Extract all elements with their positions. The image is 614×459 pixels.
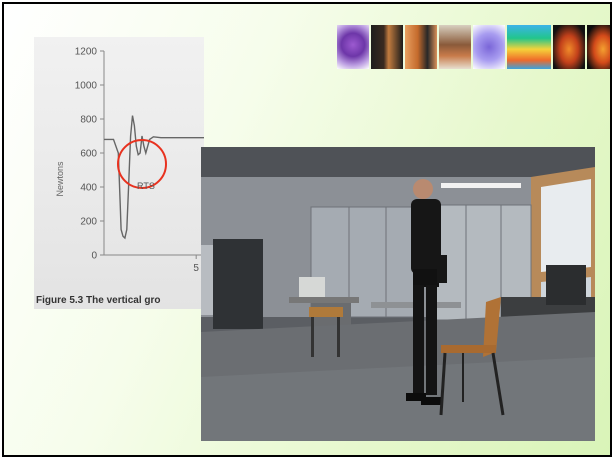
seated-person-thumbnail bbox=[439, 25, 471, 69]
rts-annotation: RTS bbox=[137, 181, 155, 191]
force-chart: 1200 1000 800 600 400 200 0 Newtons 5 RTS Figu… bbox=[36, 47, 204, 306]
thermal-body-thumbnail bbox=[553, 25, 585, 69]
y-axis-title: Newtons bbox=[55, 161, 65, 197]
video-frame bbox=[201, 147, 595, 441]
force-chart-scan: 1200 1000 800 600 400 200 0 Newtons 5 RTS Figu… bbox=[34, 37, 204, 309]
y-tick-label: 400 bbox=[80, 183, 97, 194]
y-tick-label: 0 bbox=[91, 251, 97, 262]
legs-thumbnail bbox=[405, 25, 437, 69]
y-tick-label: 600 bbox=[80, 149, 97, 160]
thermal-body-thumbnail bbox=[587, 25, 610, 69]
spectrum-thumbnail bbox=[507, 25, 551, 69]
person-torso bbox=[411, 199, 441, 274]
molecule-thumbnail bbox=[473, 25, 505, 69]
image-strip bbox=[337, 25, 610, 69]
person-head bbox=[413, 179, 433, 199]
x-axis-ticks: 5 bbox=[193, 255, 199, 274]
molecule-thumbnail bbox=[337, 25, 369, 69]
x-tick-label: 5 bbox=[193, 263, 199, 274]
legs-thumbnail bbox=[371, 25, 403, 69]
force-series-line bbox=[104, 115, 204, 240]
y-axis-ticks: 1200 1000 800 600 400 200 0 bbox=[75, 47, 104, 262]
figure-caption: Figure 5.3 The vertical gro bbox=[36, 295, 160, 306]
y-tick-label: 1200 bbox=[75, 47, 98, 58]
y-tick-label: 200 bbox=[80, 217, 97, 228]
y-tick-label: 800 bbox=[80, 115, 97, 126]
slide-canvas: 1200 1000 800 600 400 200 0 Newtons 5 RTS Figu… bbox=[2, 2, 612, 457]
room-scene bbox=[201, 147, 595, 441]
y-tick-label: 1000 bbox=[75, 81, 98, 92]
